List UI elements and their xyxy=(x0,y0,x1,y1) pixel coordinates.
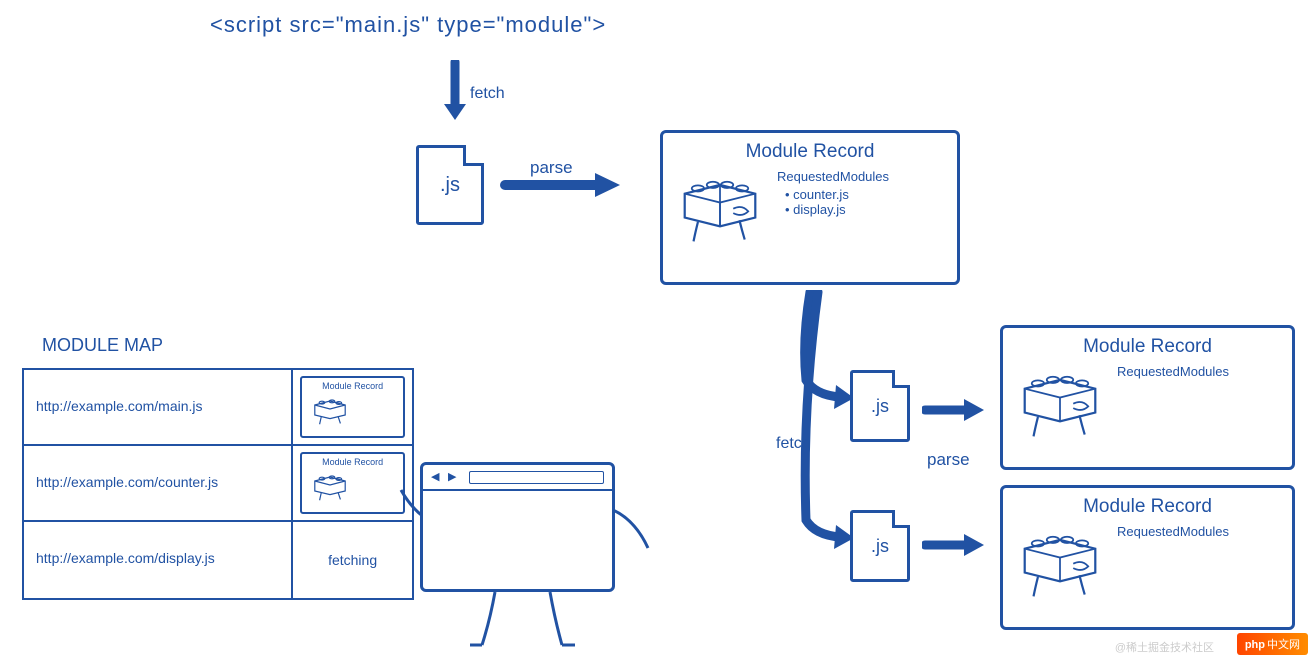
requested-modules-title: RequestedModules xyxy=(777,169,889,184)
js-file-counter: .js xyxy=(850,370,910,442)
parse-label-main: parse xyxy=(530,158,573,178)
browser-window: ◀ ▶ xyxy=(420,462,615,592)
module-map-title: MODULE MAP xyxy=(42,335,163,356)
module-record-main: Module Record RequestedModules • counter… xyxy=(660,130,960,285)
module-map-row: http://example.com/counter.js Module Rec… xyxy=(24,446,412,522)
module-record-title: Module Record xyxy=(1015,496,1280,518)
module-map-row: http://example.com/display.js fetching xyxy=(24,522,412,598)
arrow-parse-mid xyxy=(922,395,987,425)
requested-modules-title: RequestedModules xyxy=(1117,524,1229,539)
module-record-display: Module Record RequestedModules xyxy=(1000,485,1295,630)
back-icon: ◀ xyxy=(431,472,442,483)
requested-module-item: • display.js xyxy=(777,202,889,217)
php-badge: php中文网 xyxy=(1237,633,1308,655)
module-map-status: Module Record xyxy=(293,370,412,444)
requested-module-item: • counter.js xyxy=(777,187,889,202)
module-map-url: http://example.com/main.js xyxy=(24,370,293,444)
module-map-status-fetching: fetching xyxy=(293,522,412,598)
lego-brick-icon xyxy=(1015,364,1105,439)
module-record-title: Module Record xyxy=(675,141,945,163)
js-file-main: .js xyxy=(416,145,484,225)
module-map-table: http://example.com/main.js Module Record… xyxy=(22,368,414,600)
browser-toolbar: ◀ ▶ xyxy=(423,465,612,491)
module-map-url: http://example.com/display.js xyxy=(24,522,293,598)
lego-brick-icon xyxy=(1015,524,1105,599)
browser-legs xyxy=(460,590,590,650)
mini-module-record: Module Record xyxy=(300,376,405,438)
arrow-parse-bottom xyxy=(922,530,987,560)
fetch-label-top: fetch xyxy=(470,85,505,103)
module-map-row: http://example.com/main.js Module Record xyxy=(24,370,412,446)
browser-arm-right xyxy=(610,500,655,550)
js-file-display: .js xyxy=(850,510,910,582)
script-tag-text: <script src="main.js" type="module"> xyxy=(210,12,606,38)
module-record-title: Module Record xyxy=(1015,336,1280,358)
parse-label-mid: parse xyxy=(927,450,970,470)
mini-module-record: Module Record xyxy=(300,452,405,514)
module-map-url: http://example.com/counter.js xyxy=(24,446,293,520)
module-record-counter: Module Record RequestedModules xyxy=(1000,325,1295,470)
forward-icon: ▶ xyxy=(448,472,459,483)
lego-brick-icon xyxy=(675,169,765,244)
requested-modules-title: RequestedModules xyxy=(1117,364,1229,379)
arrow-fetch-top xyxy=(440,60,470,130)
browser-url-bar xyxy=(469,471,604,484)
watermark-text: @稀土掘金技术社区 xyxy=(1115,639,1214,655)
fetch-label-bottom: fetch xyxy=(776,435,811,453)
